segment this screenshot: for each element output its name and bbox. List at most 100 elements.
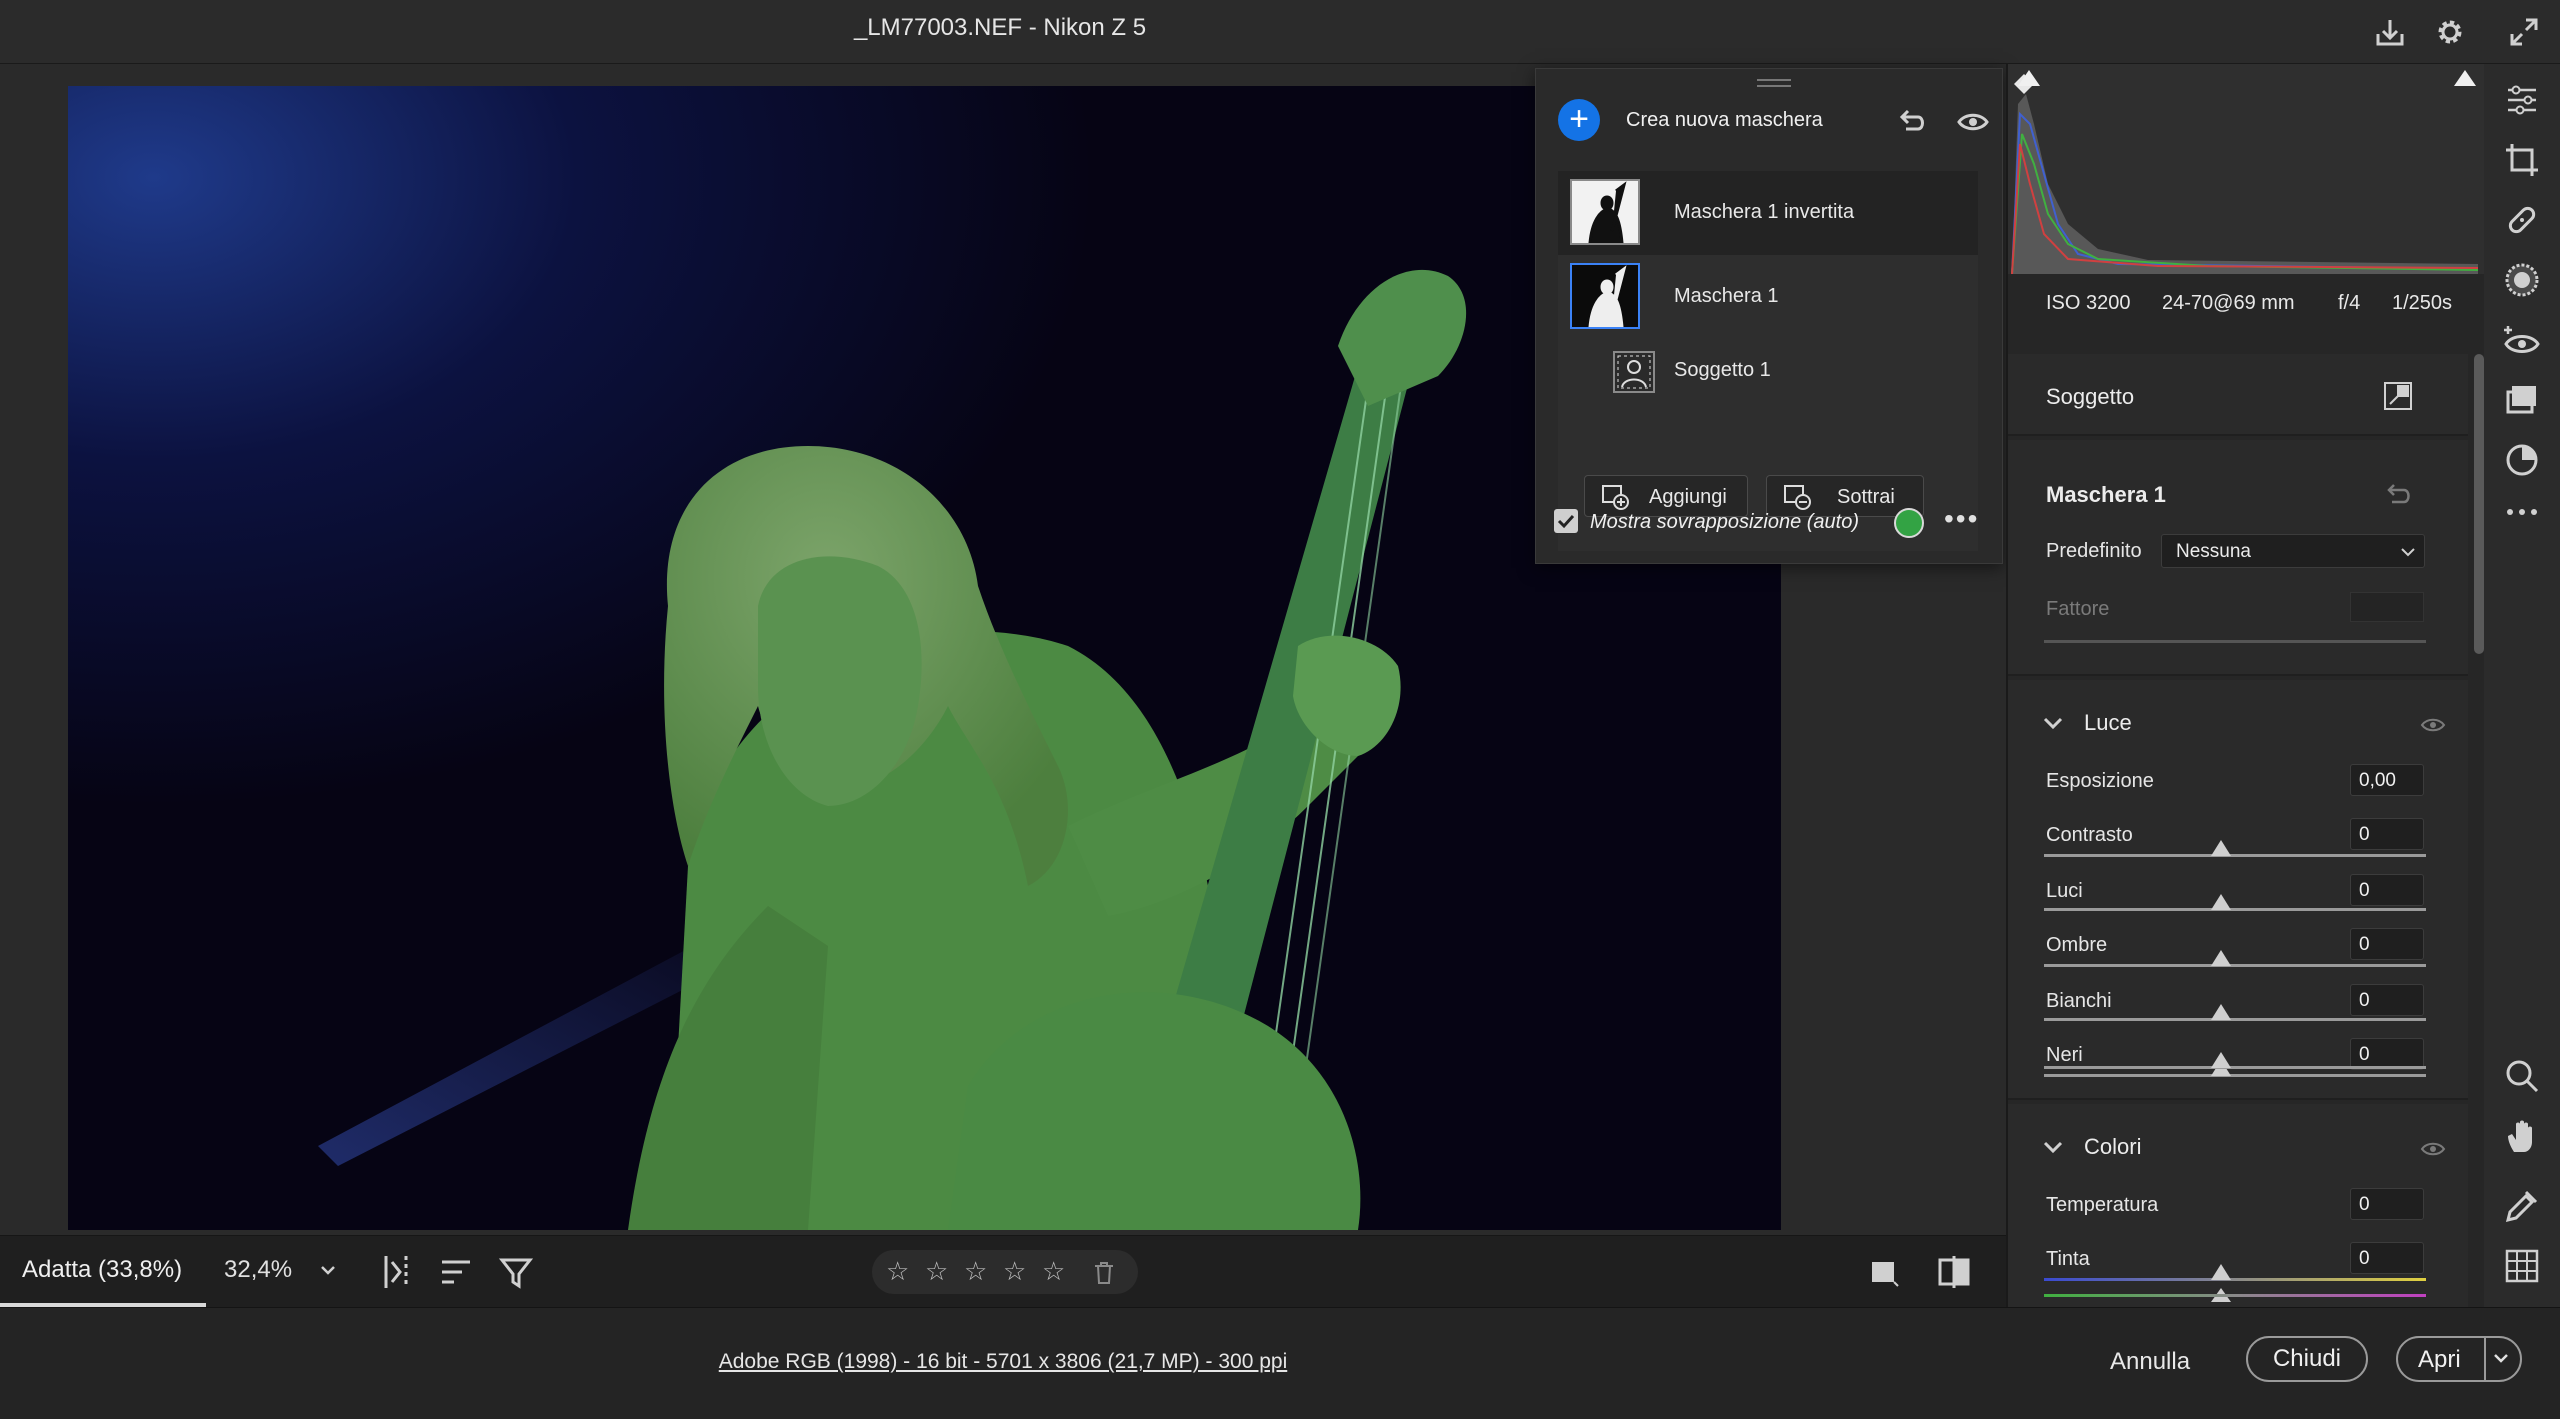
shadows-slider-track[interactable] xyxy=(2044,1018,2426,1021)
tint-value[interactable]: 0 xyxy=(2350,1242,2424,1274)
masking-icon[interactable] xyxy=(2502,260,2542,300)
temperature-slider-thumb[interactable] xyxy=(2211,1264,2231,1280)
chevron-down-icon[interactable] xyxy=(2042,716,2064,732)
shadows-label: Ombre xyxy=(2046,934,2108,956)
workflow-options-link[interactable]: Adobe RGB (1998) - 16 bit - 5701 x 3806 … xyxy=(0,1350,2006,1374)
shadows-value[interactable]: 0 xyxy=(2350,928,2424,960)
mask-overlay-icon[interactable] xyxy=(2382,380,2414,412)
star-3[interactable]: ☆ xyxy=(964,1256,987,1287)
zoom-fit-button[interactable]: Adatta (33,8%) xyxy=(22,1256,182,1284)
whites-value[interactable]: 0 xyxy=(2350,984,2424,1016)
title-bar: _LM77003.NEF - Nikon Z 5 xyxy=(0,0,2560,64)
hand-icon[interactable] xyxy=(2502,1116,2542,1156)
panel-grip[interactable] xyxy=(1757,79,1791,87)
exif-shutter: 1/250s xyxy=(2392,292,2453,314)
whites-label: Bianchi xyxy=(2046,990,2112,1012)
blacks-label: Neri xyxy=(2046,1044,2083,1066)
chevron-down-icon[interactable] xyxy=(2492,1352,2510,1366)
eye-icon[interactable] xyxy=(2420,716,2446,734)
mask-item-inverted[interactable]: Maschera 1 invertita xyxy=(1558,171,1978,253)
undo-icon[interactable] xyxy=(1896,105,1930,139)
shadows-slider-thumb[interactable] xyxy=(2211,1004,2231,1020)
photo-preview[interactable] xyxy=(68,86,1781,1230)
exposure-value[interactable]: 0,00 xyxy=(2350,764,2424,796)
create-mask-button[interactable]: + xyxy=(1558,99,1600,141)
sort-icon[interactable] xyxy=(436,1250,476,1294)
more-icon[interactable] xyxy=(2502,492,2542,532)
light-section: Luce Esposizione 0,00 Contrasto 0 Luci 0… xyxy=(2008,680,2468,1100)
presets-icon[interactable] xyxy=(2502,380,2542,420)
crop-icon[interactable] xyxy=(2502,140,2542,180)
mask-item-mask1[interactable]: Maschera 1 xyxy=(1558,255,1978,337)
tint-slider-track[interactable] xyxy=(2044,1294,2426,1297)
exif-aperture: f/4 xyxy=(2338,292,2361,314)
fullscreen-icon[interactable] xyxy=(2504,12,2544,52)
zoom-icon[interactable] xyxy=(2502,1056,2542,1096)
exposure-slider-thumb[interactable] xyxy=(2211,840,2231,856)
contrast-slider-track[interactable] xyxy=(2044,908,2426,911)
mask-component-label: Soggetto 1 xyxy=(1674,359,1771,381)
blacks-slider-thumb[interactable] xyxy=(2211,1052,2231,1068)
temperature-value[interactable]: 0 xyxy=(2350,1188,2424,1220)
subject-icon xyxy=(1613,351,1655,393)
factor-label: Fattore xyxy=(2046,598,2110,620)
more-options-icon[interactable]: ••• xyxy=(1944,503,1979,535)
eye-icon[interactable] xyxy=(1956,105,1990,139)
grid-icon[interactable] xyxy=(2502,1246,2542,1286)
whites-slider-track[interactable] xyxy=(2044,1074,2426,1077)
compare-view-icon[interactable] xyxy=(1934,1250,1974,1294)
chevron-down-icon[interactable] xyxy=(2042,1140,2064,1156)
overlay-row: Mostra sovrapposizione (auto) ••• xyxy=(1536,489,2002,561)
save-icon[interactable] xyxy=(2370,12,2410,52)
show-overlay-checkbox[interactable] xyxy=(1554,509,1578,533)
footer-bar: Adobe RGB (1998) - 16 bit - 5701 x 3806 … xyxy=(0,1307,2560,1419)
subject-title: Soggetto xyxy=(2046,384,2135,409)
star-4[interactable]: ☆ xyxy=(1003,1256,1026,1287)
snapshots-icon[interactable] xyxy=(2502,440,2542,480)
star-5[interactable]: ☆ xyxy=(1042,1256,1065,1287)
healing-icon[interactable] xyxy=(2502,200,2542,240)
highlights-label: Luci xyxy=(2046,880,2083,902)
exposure-label: Esposizione xyxy=(2046,770,2154,792)
filter-icon[interactable] xyxy=(496,1250,536,1294)
mask-thumbnail xyxy=(1570,179,1640,245)
highlight-clipping-toggle[interactable] xyxy=(2454,70,2476,86)
contrast-value[interactable]: 0 xyxy=(2350,818,2424,850)
contrast-slider-thumb[interactable] xyxy=(2211,894,2231,910)
highlights-slider-track[interactable] xyxy=(2044,964,2426,967)
shadow-clipping-toggle[interactable] xyxy=(2018,70,2040,86)
reset-icon[interactable] xyxy=(2384,480,2414,508)
preset-dropdown[interactable]: Nessuna xyxy=(2161,534,2425,568)
exposure-slider-track[interactable] xyxy=(2044,854,2426,857)
zoom-percent[interactable]: 32,4% xyxy=(224,1256,292,1284)
single-view-icon[interactable] xyxy=(1864,1250,1904,1294)
red-eye-icon[interactable] xyxy=(2502,320,2542,360)
filmstrip-icon[interactable] xyxy=(378,1250,418,1294)
open-button[interactable]: Apri xyxy=(2396,1336,2522,1382)
highlights-slider-thumb[interactable] xyxy=(2211,950,2231,966)
sliders-icon[interactable] xyxy=(2502,80,2542,120)
mask-component-subject[interactable]: Soggetto 1 xyxy=(1558,337,1978,407)
trash-icon[interactable] xyxy=(1092,1260,1116,1286)
highlights-value[interactable]: 0 xyxy=(2350,874,2424,906)
mask-thumbnail xyxy=(1570,263,1640,329)
eyedropper-icon[interactable] xyxy=(2502,1186,2542,1226)
factor-slider-track xyxy=(2044,640,2426,643)
temperature-slider-track[interactable] xyxy=(2044,1278,2426,1281)
tint-label: Tinta xyxy=(2046,1248,2090,1270)
overlay-color-swatch[interactable] xyxy=(1894,508,1924,538)
chevron-down-icon[interactable] xyxy=(316,1258,340,1282)
close-button[interactable]: Chiudi xyxy=(2246,1336,2368,1382)
cancel-button[interactable]: Annulla xyxy=(2110,1348,2190,1376)
preset-label: Predefinito xyxy=(2046,540,2142,562)
color-title[interactable]: Colori xyxy=(2084,1134,2141,1160)
star-2[interactable]: ☆ xyxy=(925,1256,948,1287)
gear-icon[interactable] xyxy=(2430,12,2470,52)
eye-icon[interactable] xyxy=(2420,1140,2446,1158)
mask-label: Maschera 1 invertita xyxy=(1674,201,1855,223)
panel-scrollbar[interactable] xyxy=(2474,354,2484,654)
light-title[interactable]: Luce xyxy=(2084,710,2132,736)
create-mask-label[interactable]: Crea nuova maschera xyxy=(1626,109,1823,132)
star-1[interactable]: ☆ xyxy=(886,1256,909,1287)
blacks-slider-track[interactable] xyxy=(2044,1066,2426,1069)
